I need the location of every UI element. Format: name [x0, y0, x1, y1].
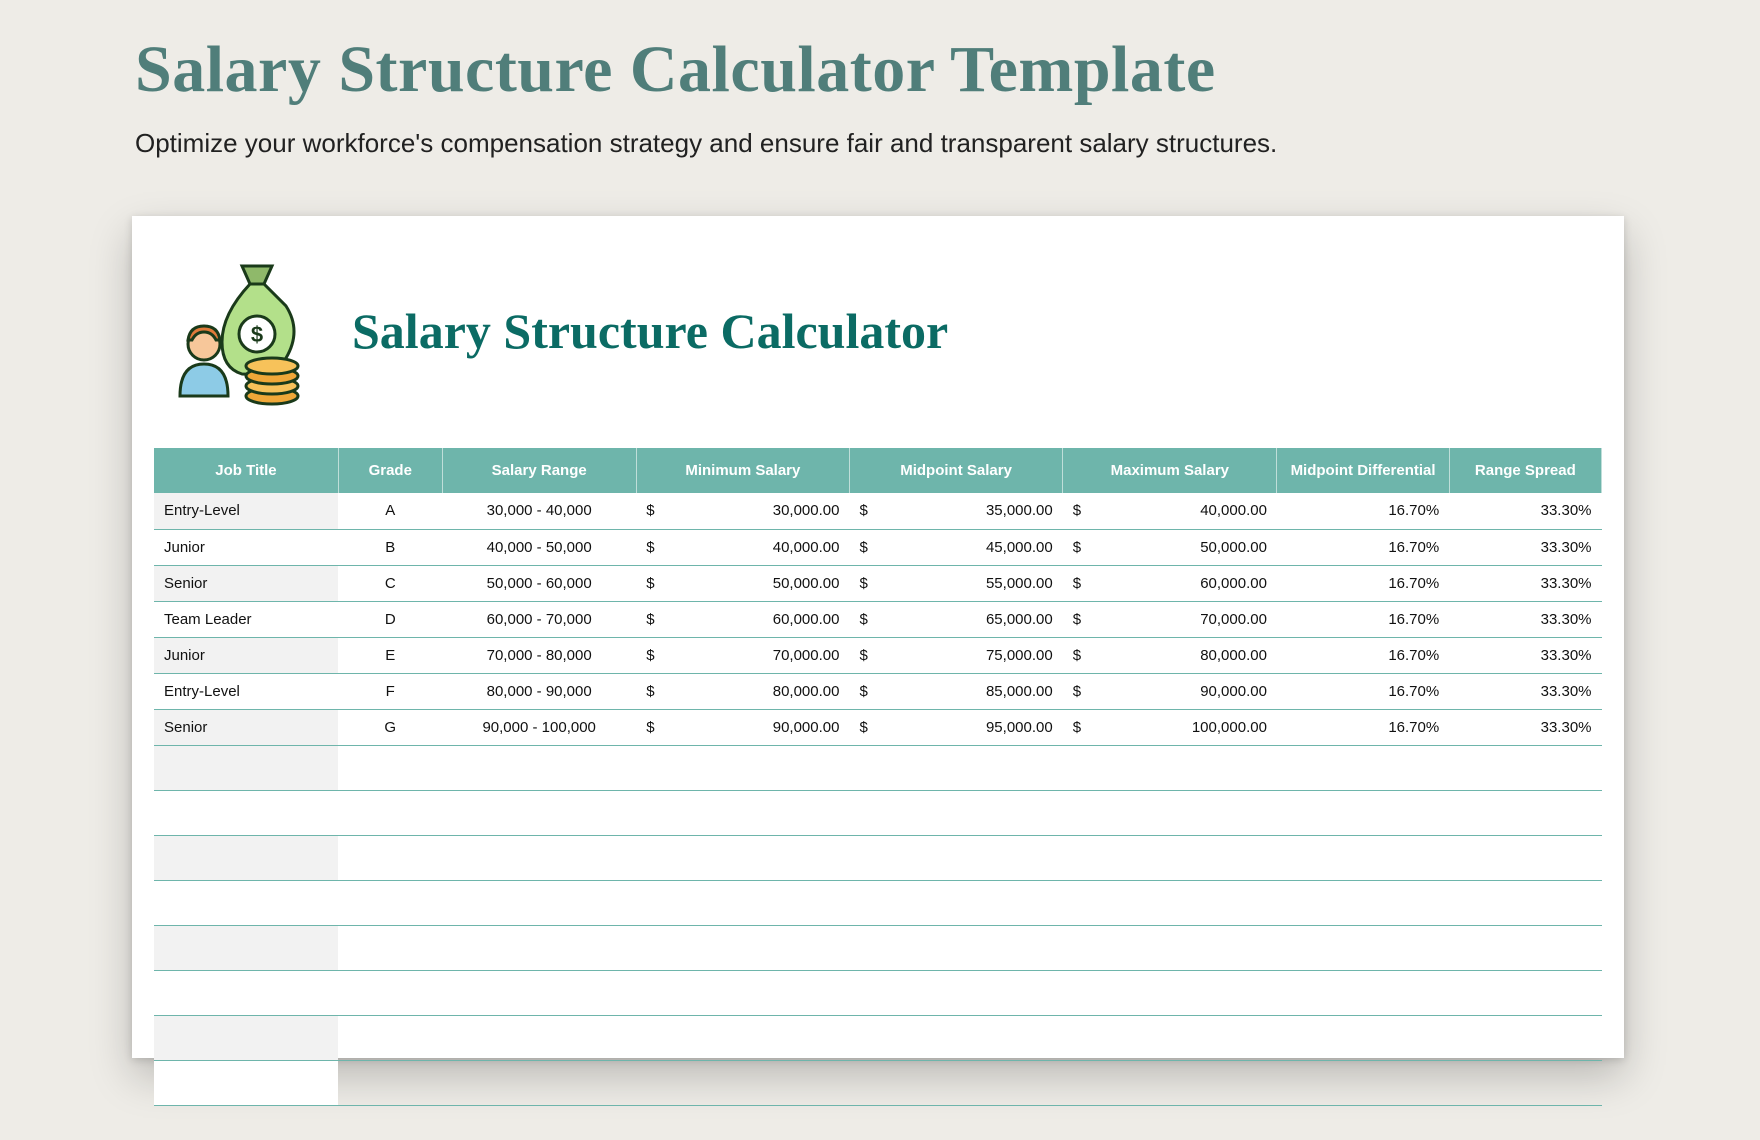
cell-range-spread: 33.30%	[1449, 637, 1601, 673]
col-min-salary: Minimum Salary	[636, 448, 849, 493]
page-subtitle: Optimize your workforce's compensation s…	[135, 128, 1277, 159]
table-row: Entry-LevelF80,000 - 90,000$80,000.00$85…	[154, 673, 1602, 709]
cell-mid-diff: 16.70%	[1277, 601, 1449, 637]
cell-salary-range: 50,000 - 60,000	[442, 565, 636, 601]
col-max-salary: Maximum Salary	[1063, 448, 1277, 493]
table-row-empty	[154, 925, 1602, 970]
cell-min-salary: $30,000.00	[636, 493, 849, 529]
cell-mid-salary: $75,000.00	[849, 637, 1062, 673]
table-row: SeniorC50,000 - 60,000$50,000.00$55,000.…	[154, 565, 1602, 601]
cell-max-salary: $50,000.00	[1063, 529, 1277, 565]
col-mid-diff: Midpoint Differential	[1277, 448, 1449, 493]
col-salary-range: Salary Range	[442, 448, 636, 493]
cell-mid-salary: $65,000.00	[849, 601, 1062, 637]
cell-grade: E	[338, 637, 442, 673]
cell-range-spread: 33.30%	[1449, 673, 1601, 709]
cell-grade: A	[338, 493, 442, 529]
table-row-empty	[154, 1060, 1602, 1105]
cell-job-title: Senior	[154, 565, 338, 601]
cell-max-salary: $90,000.00	[1063, 673, 1277, 709]
table-row: JuniorB40,000 - 50,000$40,000.00$45,000.…	[154, 529, 1602, 565]
table-row: JuniorE70,000 - 80,000$70,000.00$75,000.…	[154, 637, 1602, 673]
cell-job-title: Entry-Level	[154, 493, 338, 529]
cell-grade: G	[338, 709, 442, 745]
cell-mid-salary: $35,000.00	[849, 493, 1062, 529]
table-row: Entry-LevelA30,000 - 40,000$30,000.00$35…	[154, 493, 1602, 529]
card-title: Salary Structure Calculator	[352, 302, 948, 360]
cell-max-salary: $100,000.00	[1063, 709, 1277, 745]
table-row-empty	[154, 835, 1602, 880]
table-row-empty	[154, 745, 1602, 790]
cell-range-spread: 33.30%	[1449, 529, 1601, 565]
cell-job-title: Junior	[154, 529, 338, 565]
svg-text:$: $	[251, 322, 263, 347]
cell-mid-diff: 16.70%	[1277, 493, 1449, 529]
cell-job-title: Team Leader	[154, 601, 338, 637]
cell-max-salary: $80,000.00	[1063, 637, 1277, 673]
cell-salary-range: 40,000 - 50,000	[442, 529, 636, 565]
table-row: Team LeaderD60,000 - 70,000$60,000.00$65…	[154, 601, 1602, 637]
page-title: Salary Structure Calculator Template	[135, 32, 1216, 108]
cell-mid-diff: 16.70%	[1277, 709, 1449, 745]
table-row-empty	[154, 790, 1602, 835]
cell-salary-range: 90,000 - 100,000	[442, 709, 636, 745]
col-job-title: Job Title	[154, 448, 338, 493]
cell-grade: F	[338, 673, 442, 709]
cell-salary-range: 30,000 - 40,000	[442, 493, 636, 529]
col-grade: Grade	[338, 448, 442, 493]
cell-grade: C	[338, 565, 442, 601]
cell-job-title: Senior	[154, 709, 338, 745]
cell-mid-salary: $95,000.00	[849, 709, 1062, 745]
cell-max-salary: $40,000.00	[1063, 493, 1277, 529]
table-row: SeniorG90,000 - 100,000$90,000.00$95,000…	[154, 709, 1602, 745]
cell-min-salary: $80,000.00	[636, 673, 849, 709]
cell-job-title: Entry-Level	[154, 673, 338, 709]
table-header-row: Job Title Grade Salary Range Minimum Sal…	[154, 448, 1602, 493]
cell-salary-range: 60,000 - 70,000	[442, 601, 636, 637]
cell-min-salary: $70,000.00	[636, 637, 849, 673]
cell-grade: B	[338, 529, 442, 565]
cell-salary-range: 80,000 - 90,000	[442, 673, 636, 709]
cell-mid-salary: $55,000.00	[849, 565, 1062, 601]
cell-max-salary: $60,000.00	[1063, 565, 1277, 601]
table-row-empty	[154, 880, 1602, 925]
cell-min-salary: $90,000.00	[636, 709, 849, 745]
cell-mid-diff: 16.70%	[1277, 529, 1449, 565]
col-mid-salary: Midpoint Salary	[849, 448, 1062, 493]
money-bag-person-coins-icon: $	[172, 256, 322, 406]
table-row-empty	[154, 1015, 1602, 1060]
col-range-spread: Range Spread	[1449, 448, 1601, 493]
cell-max-salary: $70,000.00	[1063, 601, 1277, 637]
cell-mid-diff: 16.70%	[1277, 673, 1449, 709]
table-row-empty	[154, 970, 1602, 1015]
template-card: $ Salary Structure Calculator Job Title	[132, 216, 1624, 1058]
cell-mid-diff: 16.70%	[1277, 637, 1449, 673]
cell-mid-diff: 16.70%	[1277, 565, 1449, 601]
cell-min-salary: $40,000.00	[636, 529, 849, 565]
cell-mid-salary: $85,000.00	[849, 673, 1062, 709]
cell-min-salary: $60,000.00	[636, 601, 849, 637]
cell-salary-range: 70,000 - 80,000	[442, 637, 636, 673]
cell-job-title: Junior	[154, 637, 338, 673]
salary-table: Job Title Grade Salary Range Minimum Sal…	[154, 448, 1602, 1106]
cell-range-spread: 33.30%	[1449, 565, 1601, 601]
cell-min-salary: $50,000.00	[636, 565, 849, 601]
cell-range-spread: 33.30%	[1449, 709, 1601, 745]
cell-grade: D	[338, 601, 442, 637]
cell-mid-salary: $45,000.00	[849, 529, 1062, 565]
cell-range-spread: 33.30%	[1449, 601, 1601, 637]
cell-range-spread: 33.30%	[1449, 493, 1601, 529]
